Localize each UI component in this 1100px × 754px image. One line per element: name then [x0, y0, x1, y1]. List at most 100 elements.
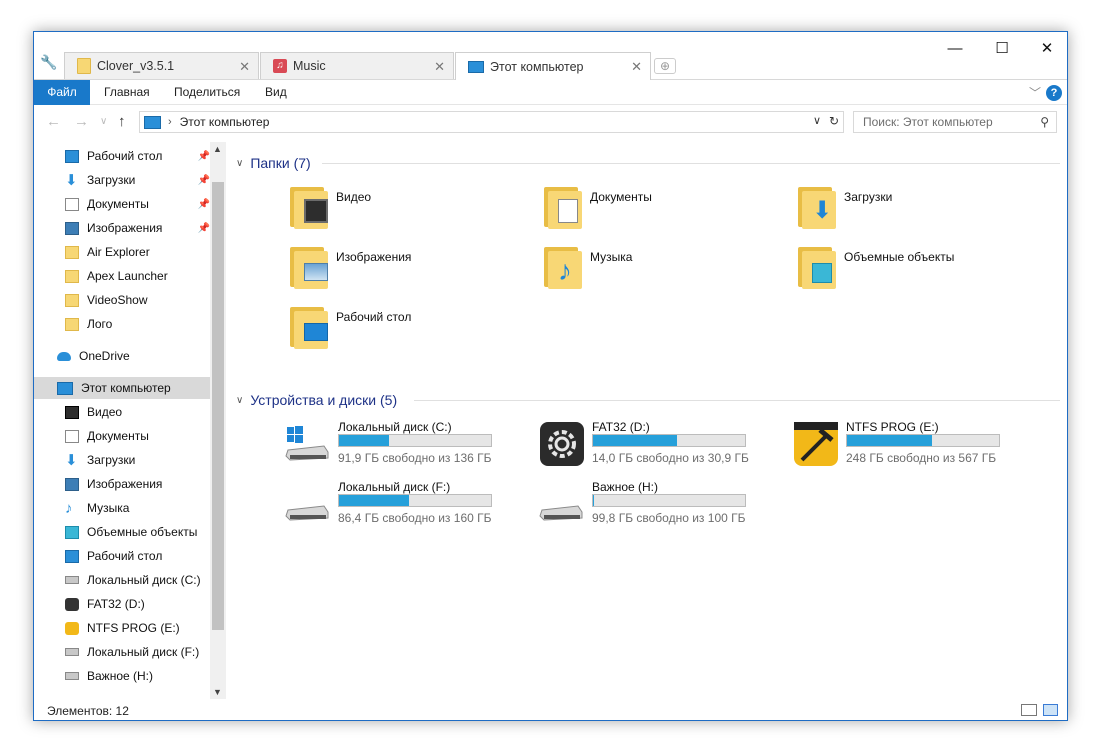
drive-free-space: 248 ГБ свободно из 567 ГБ — [846, 451, 997, 465]
drive-tile-h[interactable]: Важное (H:) 99,8 ГБ свободно из 100 ГБ — [538, 480, 788, 532]
forward-arrow-icon[interactable]: → — [74, 113, 89, 130]
drives-group-header[interactable]: ∨ Устройства и диски (5) — [236, 390, 397, 410]
desktop-icon — [65, 149, 79, 163]
sidebar-item-drive-e[interactable]: NTFS PROG (E:) — [34, 617, 210, 639]
desktop-icon — [65, 549, 79, 563]
menu-view[interactable]: Вид — [265, 80, 287, 105]
chevron-down-icon[interactable]: ∨ — [813, 114, 821, 127]
help-icon[interactable]: ? — [1046, 85, 1062, 101]
folder-label: Видео — [336, 190, 372, 204]
folder-icon — [65, 245, 79, 259]
close-button[interactable]: ✕ — [1024, 38, 1067, 60]
maximize-button[interactable]: ☐ — [979, 38, 1025, 60]
chevron-down-icon[interactable]: ∨ — [236, 158, 243, 169]
folder-desktop[interactable]: Рабочий стол — [290, 305, 540, 357]
sidebar-item-pictures[interactable]: Изображения 📌 — [34, 217, 210, 239]
chevron-down-icon[interactable]: ∨ — [236, 395, 243, 406]
sidebar-item-video[interactable]: Видео — [34, 401, 210, 423]
wrench-icon[interactable]: 🔧 — [40, 54, 57, 70]
pictures-icon — [65, 477, 79, 491]
new-tab-button[interactable]: ⊕ — [654, 58, 676, 74]
group-divider — [322, 163, 1060, 164]
title-bar: 🔧 Clover_v3.5.1 ✕ ♫ Music ✕ Этот компьют… — [34, 32, 1067, 80]
chevron-up-icon[interactable]: ▲ — [213, 144, 222, 154]
search-input[interactable]: Поиск: Этот компьютер ⚲ — [853, 111, 1057, 133]
sidebar-item-apex-launcher[interactable]: Apex Launcher — [34, 265, 210, 287]
details-view-icon[interactable] — [1021, 704, 1037, 716]
pin-icon[interactable]: 📌 — [198, 175, 210, 186]
close-icon[interactable]: ✕ — [631, 59, 642, 75]
chevron-right-icon[interactable]: › — [168, 116, 172, 128]
folder-documents[interactable]: Документы — [544, 185, 794, 237]
menu-share[interactable]: Поделиться — [174, 80, 240, 105]
sidebar-item-drive-f[interactable]: Локальный диск (F:) — [34, 641, 210, 663]
folder-music[interactable]: ♪ Музыка — [544, 245, 794, 297]
folder-downloads[interactable]: ⬇ Загрузки — [798, 185, 1048, 237]
recent-dropdown-icon[interactable]: ∨ — [100, 116, 107, 127]
file-menu[interactable]: Файл — [34, 80, 90, 105]
folder-pictures[interactable]: Изображения — [290, 245, 540, 297]
chevron-down-icon[interactable]: ▼ — [213, 687, 222, 697]
refresh-icon[interactable]: ↻ — [829, 114, 839, 128]
sidebar-item-desktop-pc[interactable]: Рабочий стол — [34, 545, 210, 567]
folder-icon — [77, 58, 91, 74]
sidebar-scrollbar[interactable]: ▲ ▼ — [210, 142, 226, 699]
sidebar-item-documents[interactable]: Документы 📌 — [34, 193, 210, 215]
sidebar-item-drive-d[interactable]: FAT32 (D:) — [34, 593, 210, 615]
tab-music[interactable]: ♫ Music ✕ — [260, 52, 454, 79]
sidebar-item-videoshow[interactable]: VideoShow — [34, 289, 210, 311]
pin-icon[interactable]: 📌 — [198, 151, 210, 162]
back-arrow-icon[interactable]: ← — [46, 113, 61, 130]
video-icon — [65, 405, 79, 419]
drive-free-space: 91,9 ГБ свободно из 136 ГБ — [338, 451, 492, 465]
pin-icon[interactable]: 📌 — [198, 223, 210, 234]
sidebar-item-music[interactable]: ♪ Музыка — [34, 497, 210, 519]
sidebar-item-drive-h[interactable]: Важное (H:) — [34, 665, 210, 687]
drive-tile-c[interactable]: Локальный диск (C:) 91,9 ГБ свободно из … — [284, 420, 534, 472]
sidebar-item-downloads[interactable]: ⬇ Загрузки 📌 — [34, 169, 210, 191]
drive-tile-d[interactable]: FAT32 (D:) 14,0 ГБ свободно из 30,9 ГБ — [538, 420, 788, 472]
up-arrow-icon[interactable]: ↑ — [118, 113, 126, 130]
drive-tile-e[interactable]: NTFS PROG (E:) 248 ГБ свободно из 567 ГБ — [792, 420, 1042, 472]
sidebar-item-air-explorer[interactable]: Air Explorer — [34, 241, 210, 263]
computer-icon — [57, 381, 73, 395]
folder-3d-objects[interactable]: Объемные объекты — [798, 245, 1048, 297]
chevron-down-icon[interactable]: ﹀ — [1029, 84, 1041, 101]
sidebar-item-documents-pc[interactable]: Документы — [34, 425, 210, 447]
tiles-view-icon[interactable] — [1043, 704, 1058, 716]
menu-home[interactable]: Главная — [104, 80, 150, 105]
sidebar-item-desktop[interactable]: Рабочий стол 📌 — [34, 145, 210, 167]
sidebar-item-drive-c[interactable]: Локальный диск (C:) — [34, 569, 210, 591]
tab-clover[interactable]: Clover_v3.5.1 ✕ — [64, 52, 259, 79]
drive-name: Локальный диск (C:) — [338, 420, 452, 434]
close-icon[interactable]: ✕ — [239, 59, 250, 75]
sidebar-item-label: Этот компьютер — [81, 381, 171, 395]
drive-free-space: 86,4 ГБ свободно из 160 ГБ — [338, 511, 492, 525]
3d-objects-icon — [65, 525, 79, 539]
search-icon[interactable]: ⚲ — [1040, 112, 1049, 132]
folder-video[interactable]: Видео — [290, 185, 540, 237]
sidebar-item-onedrive[interactable]: OneDrive — [34, 345, 210, 367]
onedrive-icon — [57, 351, 71, 361]
folder-label: Рабочий стол — [336, 310, 412, 324]
pin-icon[interactable]: 📌 — [198, 199, 210, 210]
tab-label: Clover_v3.5.1 — [97, 59, 175, 73]
sidebar-item-label: VideoShow — [87, 293, 148, 307]
minimize-button[interactable]: — — [932, 38, 978, 60]
folders-group-header[interactable]: ∨ Папки (7) — [236, 153, 311, 173]
sidebar-item-label: Локальный диск (F:) — [87, 645, 200, 659]
scrollbar-thumb[interactable] — [212, 182, 224, 630]
drive-usage-bar — [338, 434, 492, 447]
sidebar-item-label: Рабочий стол — [87, 549, 163, 563]
address-bar[interactable]: › Этот компьютер ∨ ↻ — [139, 111, 844, 133]
sidebar-item-this-pc[interactable]: Этот компьютер — [34, 377, 210, 399]
sidebar-item-pictures-pc[interactable]: Изображения — [34, 473, 210, 495]
tab-this-pc[interactable]: Этот компьютер ✕ — [455, 52, 651, 80]
breadcrumb[interactable]: Этот компьютер — [180, 115, 270, 129]
sidebar-item-downloads-pc[interactable]: ⬇ Загрузки — [34, 449, 210, 471]
navigation-pane: Рабочий стол 📌 ⬇ Загрузки 📌 Документы 📌 … — [34, 142, 226, 699]
drive-tile-f[interactable]: Локальный диск (F:) 86,4 ГБ свободно из … — [284, 480, 534, 532]
sidebar-item-logo[interactable]: Лого — [34, 313, 210, 335]
close-icon[interactable]: ✕ — [434, 59, 445, 75]
sidebar-item-3d-objects[interactable]: Объемные объекты — [34, 521, 210, 543]
